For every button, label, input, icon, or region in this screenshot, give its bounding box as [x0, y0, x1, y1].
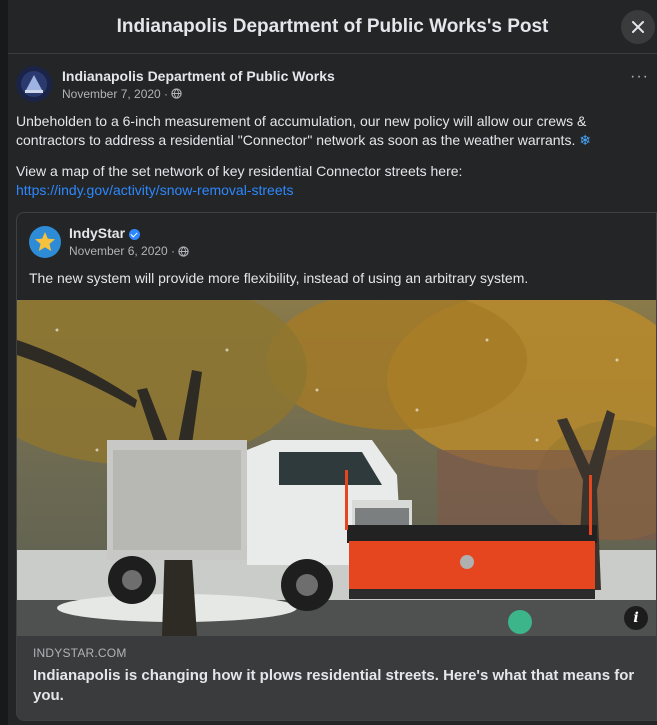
post-link[interactable]: https://indy.gov/activity/snow-removal-s… [16, 182, 294, 198]
shared-text: The new system will provide more flexibi… [29, 270, 529, 286]
post-meta: November 7, 2020 · [62, 87, 335, 101]
shared-post[interactable]: IndyStar November 6, 2020 · The new syst… [16, 212, 657, 721]
modal-header: Indianapolis Department of Public Works'… [8, 0, 657, 54]
snowplow-photo[interactable]: i [17, 275, 656, 636]
modal-title: Indianapolis Department of Public Works'… [116, 15, 549, 37]
snowflake-icon: ❄ [579, 132, 591, 148]
link-domain: INDYSTAR.COM [33, 646, 127, 660]
close-icon [632, 21, 644, 33]
post-text-paragraph: Unbeholden to a 6-inch measurement of ac… [16, 112, 649, 150]
shared-author[interactable]: IndyStar [69, 225, 125, 241]
post-date[interactable]: November 7, 2020 · [62, 87, 168, 101]
post-text: Unbeholden to a 6-inch measurement of ac… [16, 113, 587, 148]
globe-icon [178, 245, 189, 257]
shared-meta: November 6, 2020 · [69, 244, 189, 258]
post-body: Unbeholden to a 6-inch measurement of ac… [8, 108, 657, 200]
shared-post-header: IndyStar November 6, 2020 · [17, 213, 656, 266]
post-modal: Indianapolis Department of Public Works'… [8, 0, 657, 725]
close-button[interactable] [621, 10, 655, 44]
link-preview[interactable]: INDYSTAR.COM Indianapolis is changing ho… [17, 636, 656, 720]
shared-author-row: IndyStar [69, 225, 189, 241]
link-title[interactable]: Indianapolis is changing how it plows re… [33, 666, 640, 706]
indystar-avatar[interactable] [29, 225, 61, 258]
verified-badge-icon [129, 228, 141, 240]
post-map-paragraph: View a map of the set network of key res… [16, 162, 649, 200]
post-author[interactable]: Indianapolis Department of Public Works [62, 68, 335, 84]
snowplow-image [17, 275, 656, 636]
star-icon [35, 231, 55, 251]
more-options-button[interactable]: ··· [630, 68, 649, 86]
page-avatar[interactable] [16, 66, 52, 102]
shared-date[interactable]: November 6, 2020 · [69, 244, 175, 258]
post-header: Indianapolis Department of Public Works … [8, 54, 657, 108]
post-map-text: View a map of the set network of key res… [16, 163, 463, 179]
globe-icon [171, 88, 182, 99]
info-button[interactable]: i [624, 606, 648, 630]
